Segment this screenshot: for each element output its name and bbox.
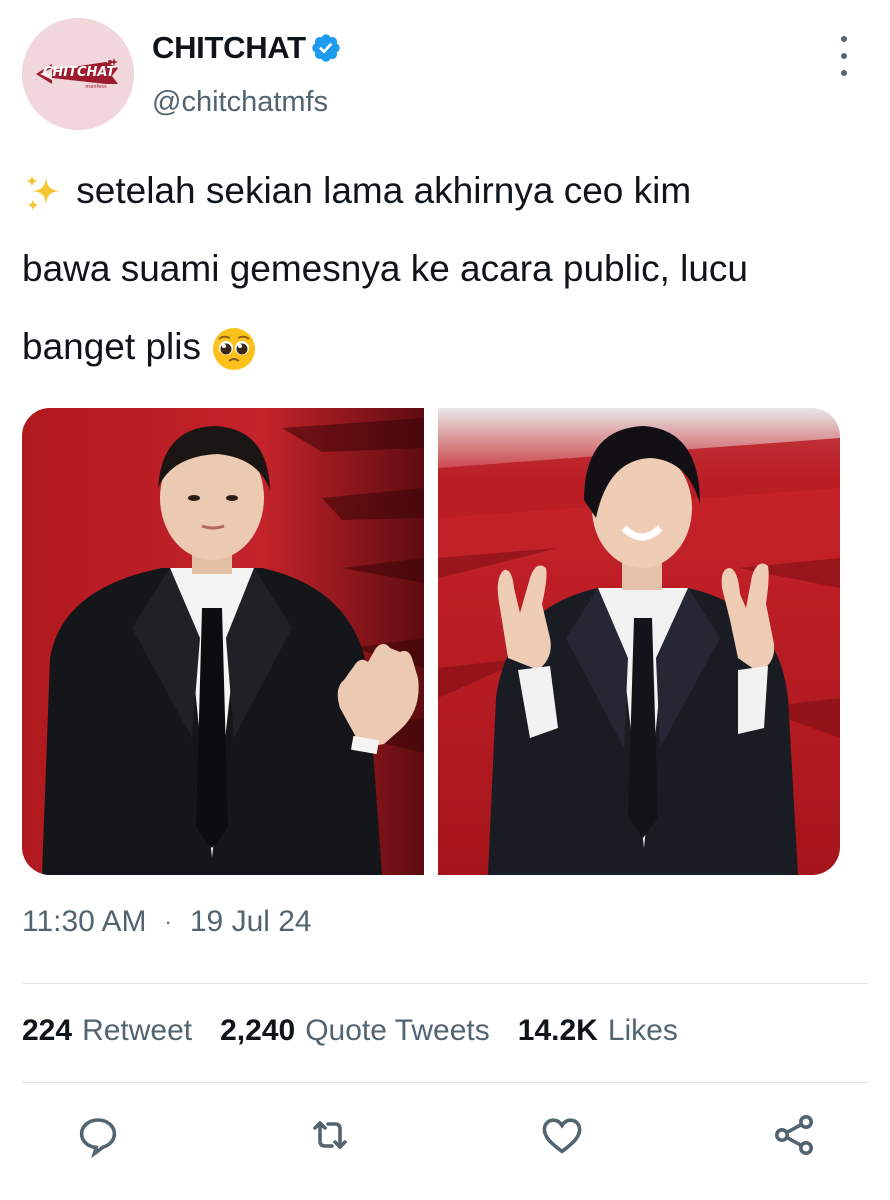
likes-count: 14.2K: [517, 1014, 598, 1047]
tweet-stats: 224 Retweet 2,240 Quote Tweets 14.2K Lik…: [22, 1014, 706, 1048]
avatar-logo-text: CHITCHAT: [43, 65, 116, 80]
likes-stat[interactable]: 14.2K Likes: [518, 1014, 678, 1048]
reply-icon[interactable]: [74, 1111, 122, 1159]
avatar-logo-subtext: menfess: [85, 84, 107, 90]
pleading-face-emoji: [213, 328, 256, 371]
quote-tweets-count: 2,240: [220, 1014, 296, 1047]
retweets-stat[interactable]: 224 Retweet: [22, 1014, 192, 1048]
tweet-date: 19 Jul 24: [189, 905, 312, 938]
tweet-text: setelah sekian lama akhirnya ceo kim baw…: [22, 152, 862, 386]
tweet-photo-1[interactable]: [22, 408, 424, 875]
tweet-media: [22, 408, 840, 875]
tweet-photo-2[interactable]: [438, 408, 840, 875]
tweet-header: CHITCHAT menfess CHITCHAT @chitchatmfs: [0, 0, 890, 140]
tweet-line-2: bawa suami gemesnya ke acara public, luc…: [22, 248, 748, 289]
heart-icon[interactable]: [538, 1111, 586, 1159]
display-name[interactable]: CHITCHAT: [152, 30, 306, 66]
verified-badge-icon: [312, 34, 340, 62]
tweet-actions: [0, 1105, 890, 1165]
tweet-timestamp[interactable]: 11:30 AM · 19 Jul 24: [22, 905, 312, 939]
avatar[interactable]: CHITCHAT menfess: [22, 18, 134, 130]
sparkles-emoji: [26, 175, 60, 212]
retweets-count: 224: [22, 1014, 73, 1047]
retweets-label: Retweet: [82, 1014, 193, 1047]
divider: [22, 983, 868, 984]
tweet-time: 11:30 AM: [22, 905, 147, 938]
timestamp-separator: ·: [164, 909, 172, 934]
photo-man-waving: [22, 408, 424, 875]
tweet-line-3-text: banget plis: [22, 326, 201, 367]
retweet-icon[interactable]: [306, 1111, 354, 1159]
likes-label: Likes: [607, 1014, 678, 1047]
divider: [22, 1082, 868, 1083]
handle[interactable]: @chitchatmfs: [152, 86, 328, 119]
name-row: CHITCHAT: [152, 30, 342, 66]
share-icon[interactable]: [770, 1111, 818, 1159]
tweet-line-1-text: setelah sekian lama akhirnya ceo kim: [76, 170, 692, 211]
quote-tweets-stat[interactable]: 2,240 Quote Tweets: [220, 1014, 490, 1048]
tweet-line-1: setelah sekian lama akhirnya ceo kim: [22, 152, 862, 230]
tweet-line-3: banget plis: [22, 308, 862, 386]
more-options-icon[interactable]: [826, 36, 862, 76]
photo-man-peace-signs: [438, 408, 840, 875]
quote-tweets-label: Quote Tweets: [305, 1014, 490, 1047]
chitchat-logo: CHITCHAT menfess: [22, 18, 134, 130]
